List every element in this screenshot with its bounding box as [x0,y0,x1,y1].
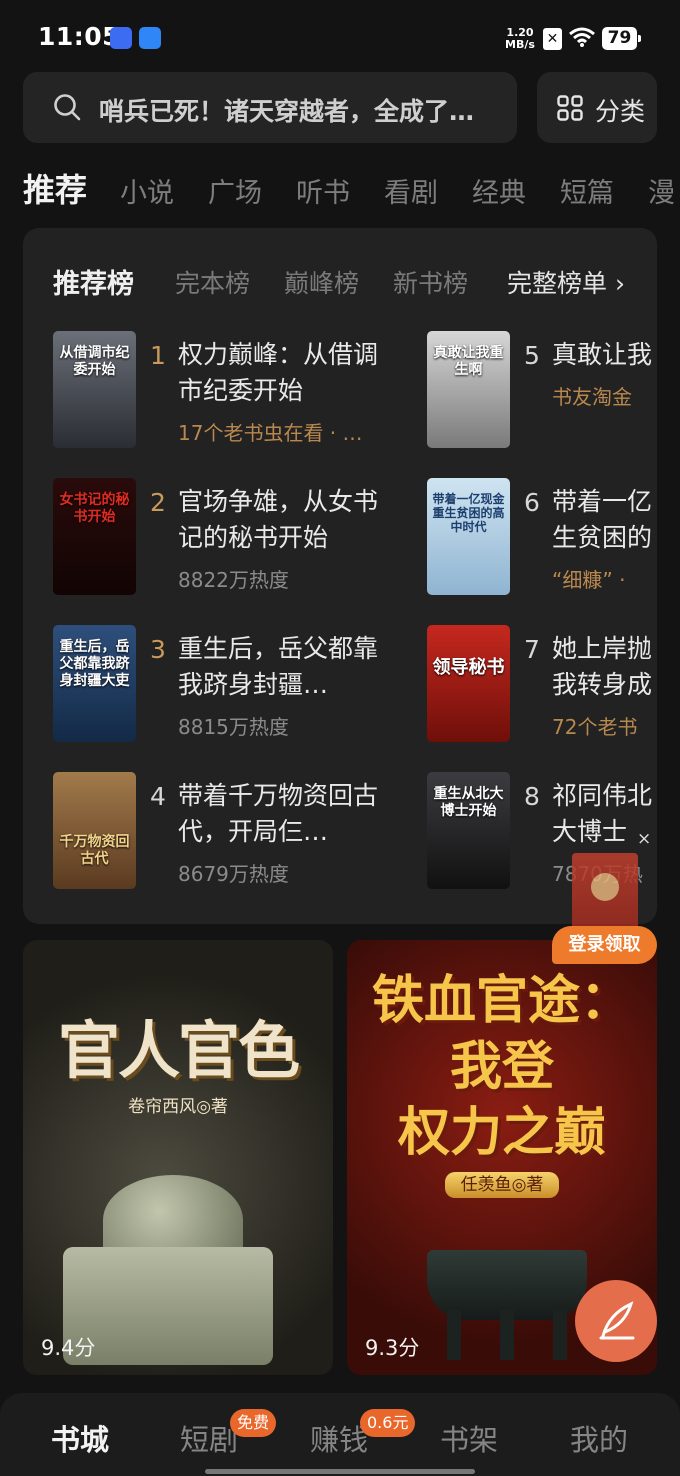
rank-number: 6 [524,488,540,517]
rank-number: 4 [150,782,166,811]
book-title: 她上岸抛我转身成 [552,634,653,699]
wifi-icon [569,27,595,47]
tab-comic[interactable]: 漫 [648,171,675,210]
write-quill-button[interactable] [575,1280,657,1362]
nav-bookshelf[interactable]: 书架 [440,1417,498,1459]
quill-icon [599,1301,635,1340]
network-speed: 1.20 MB/s [505,26,535,51]
tab-classic[interactable]: 经典 [472,171,526,210]
book-title: 权力巅峰：从借调市纪委开始 [178,340,378,405]
status-time: 11:05 [38,22,121,51]
featured-score: 9.4分 [41,1336,96,1360]
grid-icon [557,95,583,121]
book-title: 官场争雄，从女书记的秘书开始 [178,487,378,552]
rank-number: 8 [524,782,540,811]
featured-title: 官人官色 [57,1014,300,1087]
tab-drama[interactable]: 看剧 [384,171,438,210]
rank-number: 1 [150,341,166,370]
book-cover: 女书记的秘书开始 [53,478,136,595]
tab-audiobook[interactable]: 听书 [296,171,350,210]
app-icon [139,27,161,49]
rank-book-7[interactable]: 领导秘书 7 她上岸抛我转身成 72个老书 [427,625,657,742]
rank-book-5[interactable]: 真敢让我重生啊 5 真敢让我 书友淘金 [427,331,657,448]
earn-badge: 0.6元 [360,1409,416,1437]
book-cover: 带着一亿现金重生贫困的高中时代 [427,478,510,595]
book-cover: 重生从北大博士开始 [427,772,510,889]
book-cover: 重生后，岳父都靠我跻身封疆大吏 [53,625,136,742]
rank-number: 7 [524,635,540,664]
status-bar: 11:05 1.20 MB/s ✕ 79 [0,0,680,72]
rank-book-3[interactable]: 重生后，岳父都靠我跻身封疆大吏 3 重生后，岳父都靠我跻身封疆… 8815万热度 [53,625,393,742]
book-title: 真敢让我 [552,340,653,369]
channel-tabs: 推荐 小说 广场 听书 看剧 经典 短篇 漫 [23,165,680,213]
ranking-card: 推荐榜 完本榜 巅峰榜 新书榜 完整榜单 › 从借调市纪委开始 1 权力巅峰：从… [23,228,657,924]
tab-novel[interactable]: 小说 [120,171,174,210]
featured-score: 9.3分 [365,1336,420,1360]
nav-me[interactable]: 我的 [570,1417,628,1459]
vivo-app-icon [110,27,132,49]
book-title: 带着一亿生贫困的 [552,487,653,552]
book-title: 重生后，岳父都靠我跻身封疆… [178,634,378,699]
category-button[interactable]: 分类 [537,72,657,143]
book-meta: 8815万热度 [178,715,289,739]
sim-off-icon: ✕ [543,28,562,50]
search-bar[interactable]: 哨兵已死！诸天穿越者，全成了… [23,72,517,143]
book-cover: 真敢让我重生啊 [427,331,510,448]
rank-tab-recommend[interactable]: 推荐榜 [53,262,134,301]
red-envelope-icon[interactable] [572,853,638,935]
featured-title: 铁血官途： 我登 权力之巅 [371,971,632,1163]
rank-tab-complete[interactable]: 完本榜 [175,264,250,300]
rank-tab-new[interactable]: 新书榜 [393,264,468,300]
featured-book-1[interactable]: 官人官色 卷帘西风◎著 9.4分 [23,940,333,1375]
rank-book-6[interactable]: 带着一亿现金重生贫困的高中时代 6 带着一亿生贫困的 “细糠” · [427,478,657,595]
battery-icon: 79 [602,27,641,50]
book-meta: 17个老书虫在看 · … [178,421,363,445]
book-meta: 72个老书 [552,715,638,739]
tab-short[interactable]: 短篇 [560,171,614,210]
tab-recommend[interactable]: 推荐 [23,165,87,211]
rank-book-4[interactable]: 千万物资回古代 4 带着千万物资回古代，开局仨… 8679万热度 [53,772,393,889]
rank-number: 3 [150,635,166,664]
rank-tab-peak[interactable]: 巅峰榜 [284,264,359,300]
search-placeholder: 哨兵已死！诸天穿越者，全成了… [99,97,475,126]
category-label: 分类 [595,97,646,126]
bottom-nav: 书城 短剧 赚钱 书架 我的 免费 0.6元 [0,1393,680,1476]
tab-plaza[interactable]: 广场 [208,171,262,210]
book-meta: 8822万热度 [178,568,289,592]
book-title: 带着千万物资回古代，开局仨… [178,781,378,846]
book-meta: “细糠” · [552,568,626,592]
rank-book-1[interactable]: 从借调市纪委开始 1 权力巅峰：从借调市纪委开始 17个老书虫在看 · … [53,331,393,448]
featured-author: 卷帘西风◎著 [128,1097,228,1117]
book-meta: 8679万热度 [178,862,289,886]
book-cover: 千万物资回古代 [53,772,136,889]
featured-author: 任羡鱼◎著 [347,1170,657,1198]
rank-number: 5 [524,341,540,370]
nav-bookstore[interactable]: 书城 [51,1417,109,1459]
login-reward-button[interactable]: 登录领取 [552,926,657,964]
rank-number: 2 [150,488,166,517]
search-icon [54,94,81,121]
free-badge: 免费 [230,1409,277,1437]
close-icon[interactable]: × [637,829,651,849]
bronze-ding-image [427,1240,587,1360]
book-cover: 领导秘书 [427,625,510,742]
home-indicator [205,1469,475,1474]
book-meta: 书友淘金 [552,385,632,409]
book-cover: 从借调市纪委开始 [53,331,136,448]
full-list-link[interactable]: 完整榜单 › [507,264,625,300]
rank-book-2[interactable]: 女书记的秘书开始 2 官场争雄，从女书记的秘书开始 8822万热度 [53,478,393,595]
